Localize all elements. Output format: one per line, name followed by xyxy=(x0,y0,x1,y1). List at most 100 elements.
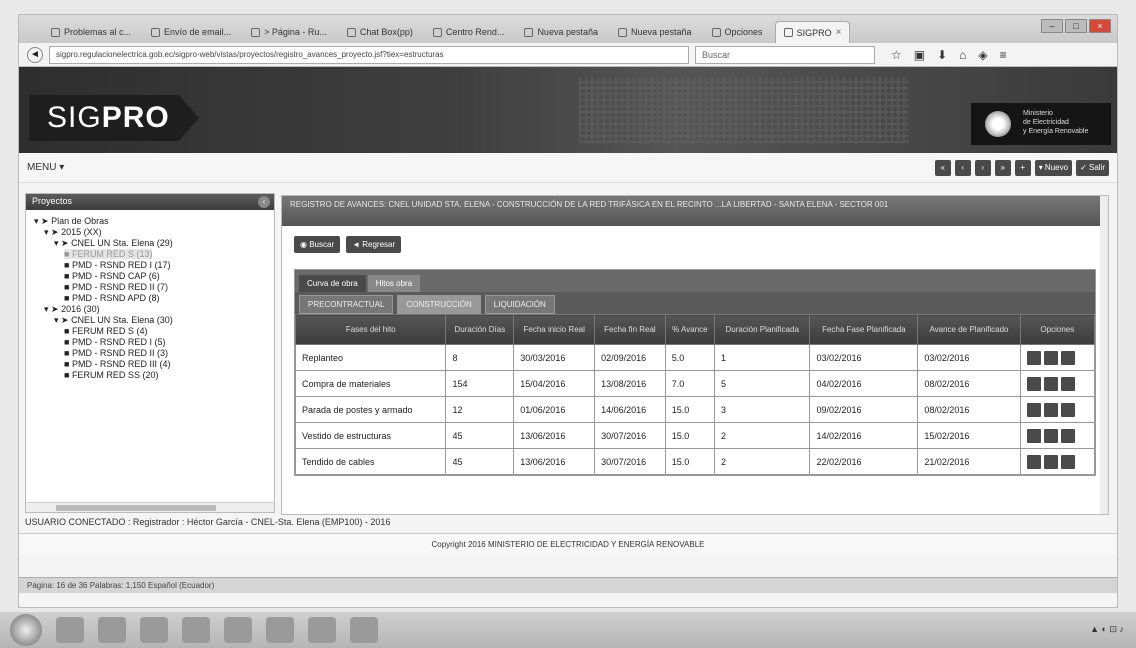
close-icon[interactable]: × xyxy=(1089,19,1111,33)
browser-tab[interactable]: Nueva pestaña xyxy=(516,21,606,43)
toolbar-button[interactable]: ✓ Salir xyxy=(1076,160,1109,176)
tab-hitos-obra[interactable]: Hitos obra xyxy=(367,275,421,292)
project-icon: ■ xyxy=(64,370,72,380)
browser-tab[interactable]: > Página - Ru... xyxy=(243,21,335,43)
browser-tab[interactable]: Opciones xyxy=(704,21,771,43)
tree-node[interactable]: ▾ ➤ CNEL UN Sta. Elena (30) xyxy=(34,315,266,326)
expand-folder-icon: ▾ ➤ xyxy=(44,304,62,314)
options-cell xyxy=(1019,396,1096,423)
word-icon[interactable] xyxy=(308,617,336,643)
add-icon[interactable] xyxy=(1043,428,1058,443)
star-icon[interactable]: ☆ xyxy=(891,48,902,62)
favicon-icon xyxy=(251,27,261,37)
delete-icon[interactable] xyxy=(1060,350,1075,365)
start-button[interactable] xyxy=(10,614,42,646)
tree-node-label: FERUM RED S (4) xyxy=(71,326,148,336)
tree-node[interactable]: ▾ ➤ 2015 (XX) xyxy=(34,227,266,238)
edit-icon[interactable] xyxy=(1026,428,1041,443)
options-cell xyxy=(1019,422,1096,449)
toolbar-button[interactable]: « xyxy=(934,160,951,176)
delete-icon[interactable] xyxy=(1060,428,1075,443)
tree-node[interactable]: ▾ ➤ CNEL UN Sta. Elena (29) xyxy=(34,238,266,249)
maximize-icon[interactable]: □ xyxy=(1065,19,1087,33)
tree-node[interactable]: ■ PMD - RSND RED III (4) xyxy=(34,359,266,370)
minimize-icon[interactable]: – xyxy=(1041,19,1063,33)
tree-node[interactable]: ■ PMD - RSND RED I (5) xyxy=(34,337,266,348)
address-field[interactable]: sigpro.regulacionelectrica.gob.ec/sigpro… xyxy=(49,45,689,64)
tree-node[interactable]: ■ PMD - RSND APD (8) xyxy=(34,293,266,304)
browser-tab[interactable]: Chat Box(pp) xyxy=(339,21,421,43)
table-cell: 14/06/2016 xyxy=(594,396,666,423)
table-cell: Replanteo xyxy=(294,344,447,371)
browser-tab[interactable]: Problemas al c... xyxy=(43,21,139,43)
phase-tab[interactable]: PRECONTRACTUAL xyxy=(299,295,394,314)
browser-tab[interactable]: Centro Rend... xyxy=(425,21,513,43)
firefox-icon[interactable] xyxy=(182,617,210,643)
collapse-icon[interactable]: ‹ xyxy=(258,196,270,208)
toolbar-buttons: «‹ ›» + ▾ Nuevo ✓ Salir xyxy=(934,160,1109,176)
column-header: Duración Planificada xyxy=(713,314,811,345)
tree-node[interactable]: ■ PMD - RSND RED II (3) xyxy=(34,348,266,359)
search-button[interactable]: ◉ Buscar xyxy=(294,236,341,253)
tree-node[interactable]: ■ FERUM RED S (4) xyxy=(34,326,266,337)
explorer-icon[interactable] xyxy=(56,617,84,643)
download-icon[interactable]: ⬇ xyxy=(937,48,947,62)
pdf-icon[interactable] xyxy=(266,617,294,643)
phase-tab[interactable]: LIQUIDACIÓN xyxy=(484,295,555,314)
tab-curva-obra[interactable]: Curva de obra xyxy=(299,275,366,292)
tree-node[interactable]: ■ PMD - RSND RED II (7) xyxy=(34,282,266,293)
search-input[interactable]: Buscar xyxy=(695,45,875,64)
close-tab-icon[interactable]: × xyxy=(836,27,842,38)
horizontal-scrollbar[interactable] xyxy=(26,502,274,512)
main-menu[interactable]: MENU ▾ xyxy=(27,162,64,173)
browser-tab[interactable]: Envío de email... xyxy=(143,21,239,43)
favicon-icon xyxy=(711,27,721,37)
panel-header: Proyectos ‹ xyxy=(26,194,274,210)
edit-icon[interactable] xyxy=(1026,350,1041,365)
add-icon[interactable] xyxy=(1043,402,1058,417)
browser-tab[interactable]: Nueva pestaña xyxy=(610,21,700,43)
delete-icon[interactable] xyxy=(1060,376,1075,391)
back-icon[interactable]: ◄ xyxy=(27,46,43,63)
edit-icon[interactable] xyxy=(1026,376,1041,391)
system-tray: ▲ ◐ ⊡ ♪ xyxy=(1090,624,1124,634)
toolbar-button[interactable]: » xyxy=(994,160,1011,176)
tree-node[interactable]: ▾ ➤ Plan de Obras xyxy=(34,216,266,227)
user-status: USUARIO CONECTADO : Registrador : Héctor… xyxy=(25,517,391,527)
toolbar-button[interactable]: ▾ Nuevo xyxy=(1034,160,1073,176)
toolbar-button[interactable]: ‹ xyxy=(954,160,971,176)
media-icon[interactable] xyxy=(140,617,168,643)
tree-node[interactable]: ■ PMD - RSND RED I (17) xyxy=(34,260,266,271)
table-cell: 15.0 xyxy=(664,448,716,475)
delete-icon[interactable] xyxy=(1060,454,1075,469)
add-icon[interactable] xyxy=(1043,350,1058,365)
ie-icon[interactable] xyxy=(98,617,126,643)
browser-tab[interactable]: SIGPRO × xyxy=(774,21,851,43)
clipboard-icon[interactable]: ▣ xyxy=(914,48,925,62)
edit-icon[interactable] xyxy=(1026,402,1041,417)
toolbar-button[interactable]: › xyxy=(974,160,991,176)
back-button[interactable]: ◄ Regresar xyxy=(346,236,402,253)
ministry-logo: Ministerio de Electricidad y Energía Ren… xyxy=(971,103,1111,145)
tree-node-label: FERUM RED S (13) xyxy=(71,249,153,259)
home-icon[interactable]: ⌂ xyxy=(959,48,966,62)
add-icon[interactable] xyxy=(1043,454,1058,469)
toolbar-button[interactable]: + xyxy=(1014,160,1031,176)
tree-node[interactable]: ▾ ➤ 2016 (30) xyxy=(34,304,266,315)
tree-node[interactable]: ■ FERUM RED SS (20) xyxy=(34,370,266,381)
tree-node[interactable]: ■ PMD - RSND CAP (6) xyxy=(34,271,266,282)
delete-icon[interactable] xyxy=(1060,402,1075,417)
favicon-icon xyxy=(783,28,793,37)
chrome-icon[interactable] xyxy=(224,617,252,643)
options-cell xyxy=(1019,448,1096,475)
vertical-scrollbar[interactable] xyxy=(1100,196,1108,514)
tree-node[interactable]: ■ FERUM RED S (13) xyxy=(34,249,266,260)
edit-icon[interactable] xyxy=(1026,454,1041,469)
excel-icon[interactable] xyxy=(350,617,378,643)
browser-window: Problemas al c... Envío de email... > Pági… xyxy=(18,14,1118,608)
menu-icon[interactable]: ≡ xyxy=(1000,48,1007,62)
shield-icon[interactable]: ◈ xyxy=(978,48,987,62)
phase-tab[interactable]: CONSTRUCCIÓN xyxy=(397,295,481,314)
row-options xyxy=(1026,402,1088,417)
add-icon[interactable] xyxy=(1043,376,1058,391)
